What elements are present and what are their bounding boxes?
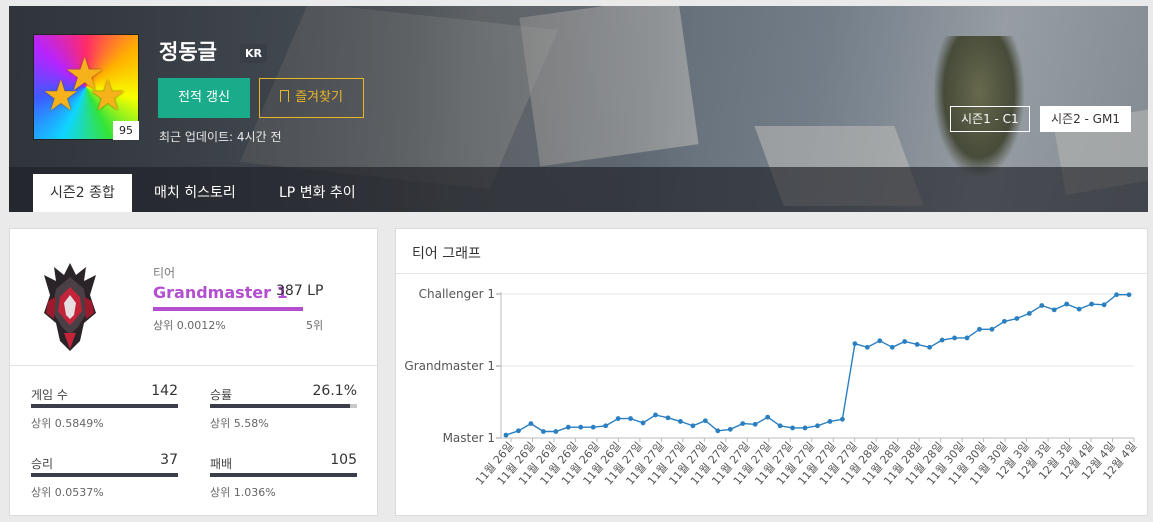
data-point — [503, 432, 509, 438]
stat-label: 승률 — [210, 388, 233, 402]
data-point — [715, 428, 721, 434]
bookmark-icon — [280, 90, 290, 102]
update-button[interactable]: 전적 갱신 — [158, 78, 250, 118]
data-point — [802, 425, 808, 431]
stat-label: 승리 — [31, 457, 54, 471]
data-point — [952, 335, 957, 341]
stat-value: 37 — [160, 452, 178, 468]
summoner-name: 정동글 — [159, 40, 217, 64]
stat-value: 105 — [330, 452, 357, 468]
data-point — [516, 428, 521, 434]
tier-name: Grandmaster 1 — [153, 283, 288, 302]
data-point — [665, 415, 671, 421]
data-point — [702, 418, 708, 424]
y-tick-label: Master 1 — [443, 431, 495, 445]
series-line — [505, 294, 1129, 436]
data-point — [1026, 311, 1032, 316]
stat-bar-fill — [210, 404, 350, 408]
data-point — [777, 423, 783, 429]
tab-match-history[interactable]: 매치 히스토리 — [137, 174, 253, 212]
tab-season-summary[interactable]: 시즌2 종합 — [33, 174, 132, 212]
data-point — [628, 416, 633, 421]
data-point — [1014, 316, 1020, 321]
stat-percentile: 상위 0.5849% — [31, 417, 104, 430]
favorite-button[interactable]: 즐겨찾기 — [259, 78, 364, 118]
grandmaster-emblem-icon — [44, 263, 96, 351]
data-point — [727, 426, 733, 432]
data-point — [790, 425, 795, 431]
last-update-text: 최근 업데이트: 4시간 전 — [159, 130, 282, 144]
data-point — [914, 342, 920, 347]
data-point — [877, 338, 883, 344]
data-point — [1039, 303, 1045, 308]
stat-bar — [31, 404, 178, 408]
region-badge: KR — [240, 44, 267, 63]
data-point — [927, 344, 933, 350]
data-point — [752, 421, 758, 427]
data-point — [603, 423, 609, 429]
data-point — [889, 344, 895, 350]
data-point — [989, 326, 995, 332]
data-point — [1051, 307, 1057, 313]
profile-header: ★ ★ ★ 95 정동글 KR 전적 갱신 즐겨찾기 최근 업데이트: 4시간 … — [9, 6, 1148, 212]
tier-progress-bar — [153, 307, 303, 311]
tier-graph-card: 티어 그래프 Master 1 Grandmaster 1 Challenger 1… — [395, 228, 1148, 516]
data-point — [964, 335, 970, 341]
season-badge-1[interactable]: 시즌1 - C1 — [950, 106, 1030, 132]
season-badge-2[interactable]: 시즌2 - GM1 — [1040, 106, 1131, 132]
data-point — [553, 429, 559, 434]
data-point — [1064, 301, 1070, 307]
data-point — [678, 419, 683, 424]
favorite-label: 즐겨찾기 — [295, 90, 343, 105]
data-point — [528, 421, 534, 426]
data-point — [653, 412, 658, 418]
data-point — [740, 421, 746, 426]
stat-bar — [210, 404, 357, 408]
rank-card: 티어 Grandmaster 1 387 LP 상위 0.0012% 5위 게임… — [9, 228, 378, 516]
data-point — [1002, 318, 1007, 324]
stat-label: 게임 수 — [31, 388, 68, 402]
stat-bar — [31, 473, 178, 477]
data-point — [840, 416, 845, 422]
data-point — [590, 424, 596, 430]
y-tick-label: Grandmaster 1 — [404, 359, 495, 373]
data-point — [1076, 306, 1082, 312]
data-point — [1089, 301, 1095, 307]
y-tick-label: Challenger 1 — [419, 287, 495, 301]
data-point — [902, 339, 908, 344]
tab-bar: 시즌2 종합 매치 히스토리 LP 변화 추이 — [9, 167, 1148, 212]
data-point — [864, 344, 870, 350]
data-point — [815, 423, 820, 429]
tier-label: 티어 — [153, 266, 176, 280]
tab-lp-trend[interactable]: LP 변화 추이 — [262, 174, 373, 212]
star-icon: ★ — [89, 71, 127, 120]
data-point — [578, 424, 584, 430]
stat-label: 패배 — [210, 457, 233, 471]
data-point — [852, 341, 858, 347]
stat-bar — [210, 473, 357, 477]
level-badge: 95 — [113, 121, 139, 140]
data-point — [690, 423, 696, 429]
data-point — [977, 326, 982, 332]
data-point — [1126, 292, 1132, 298]
tier-lp: 387 LP — [276, 283, 324, 299]
data-point — [540, 429, 546, 434]
stat-value: 142 — [151, 383, 178, 399]
data-point — [939, 337, 945, 343]
chart-title: 티어 그래프 — [412, 246, 481, 262]
data-point — [1101, 302, 1107, 308]
stat-percentile: 상위 0.0537% — [31, 486, 104, 499]
data-point — [827, 419, 833, 424]
stat-value: 26.1% — [312, 383, 357, 399]
stat-percentile: 상위 5.58% — [210, 417, 269, 430]
data-point — [1114, 292, 1119, 298]
stat-percentile: 상위 1.036% — [210, 486, 276, 499]
data-point — [615, 416, 621, 421]
tier-line-chart: Master 1Grandmaster 1Challenger 111월 26일… — [404, 287, 1139, 488]
tier-position: 5위 — [306, 319, 324, 332]
data-point — [765, 414, 771, 420]
tier-percentile: 상위 0.0012% — [153, 319, 226, 332]
data-point — [565, 424, 571, 430]
data-point — [640, 420, 646, 426]
